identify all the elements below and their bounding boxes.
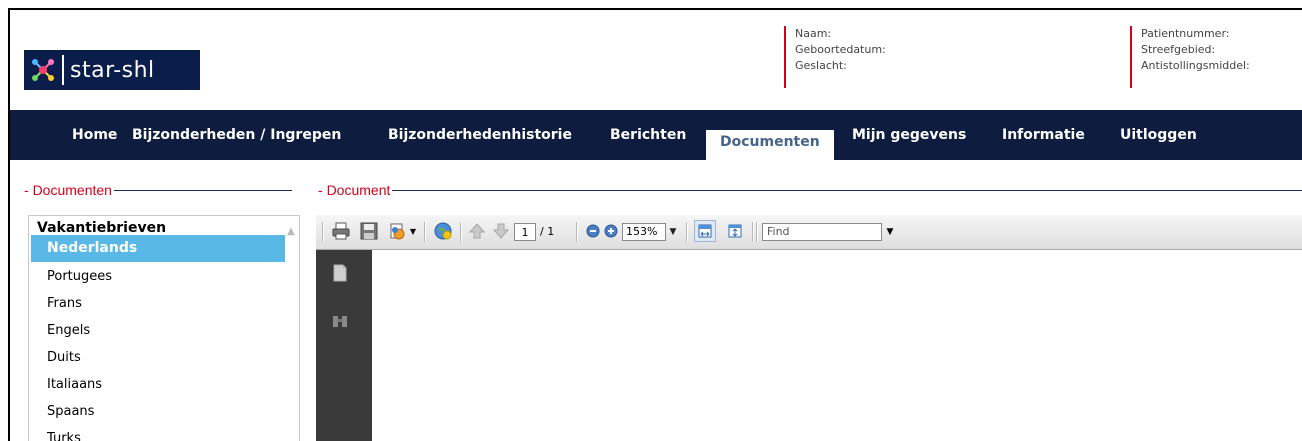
zoom-dropdown-icon[interactable]: ▼ <box>666 223 680 241</box>
patient-number-label: Patientnummer: <box>1141 27 1230 40</box>
list-item-frans[interactable]: Frans <box>31 290 285 317</box>
toolbar-separator <box>752 222 753 242</box>
patient-info-left: Naam: Geboortedatum: Geslacht: <box>784 26 886 88</box>
toolbar-separator <box>576 222 577 242</box>
list-item-spaans[interactable]: Spaans <box>31 398 285 425</box>
documenten-legend: - Documenten <box>22 182 114 198</box>
print-icon[interactable] <box>330 220 352 242</box>
page-number-input[interactable]: 1 <box>514 223 536 241</box>
toolbar-separator <box>424 222 425 242</box>
documents-list[interactable]: Vakantiebrieven ▲ Nederlands Portugees F… <box>28 215 300 441</box>
nav-berichten[interactable]: Berichten <box>610 110 686 160</box>
save-icon[interactable] <box>358 220 380 242</box>
nav-home[interactable]: Home <box>72 110 117 160</box>
patient-birthdate-label: Geboortedatum: <box>795 43 886 56</box>
page-up-icon[interactable] <box>466 220 488 242</box>
zoom-input[interactable]: 153% <box>622 223 666 241</box>
page-total: / 1 <box>540 225 555 238</box>
document-fieldset-line <box>316 190 1302 191</box>
attachments-panel-icon[interactable] <box>329 310 351 332</box>
molecule-icon <box>28 55 58 85</box>
list-item-portugees[interactable]: Portugees <box>31 263 285 290</box>
pdf-sidebar <box>316 250 366 441</box>
page-down-icon[interactable] <box>490 220 512 242</box>
anticoagulant-label: Antistollingsmiddel: <box>1141 59 1250 72</box>
pages-panel-icon[interactable] <box>329 262 351 284</box>
patient-gender-label: Geslacht: <box>795 59 847 72</box>
nav-mijn-gegevens[interactable]: Mijn gegevens <box>852 110 966 160</box>
list-item-engels[interactable]: Engels <box>31 317 285 344</box>
logo-text: star-shl <box>70 57 155 83</box>
nav-uitloggen[interactable]: Uitloggen <box>1120 110 1197 160</box>
find-dropdown-icon[interactable]: ▼ <box>884 223 896 241</box>
toolbar-separator <box>756 222 757 242</box>
pdf-toolbar: ▼ 1 / 1 153% ▼ Find ▼ <box>316 215 1302 250</box>
nav-bijzonderheden[interactable]: Bijzonderheden / Ingrepen <box>132 110 341 160</box>
star-shl-logo[interactable]: star-shl <box>24 50 200 90</box>
logo-divider <box>62 55 64 85</box>
list-item-turks[interactable]: Turks <box>31 425 285 441</box>
document-legend: - Document <box>316 182 393 198</box>
toolbar-separator <box>686 222 687 242</box>
share-icon[interactable] <box>386 220 408 242</box>
list-item-duits[interactable]: Duits <box>31 344 285 371</box>
zoom-in-icon[interactable] <box>600 220 622 242</box>
nav-informatie[interactable]: Informatie <box>1002 110 1085 160</box>
nav-documenten[interactable]: Documenten <box>706 130 834 160</box>
documenten-legend-text: Documenten <box>32 182 112 198</box>
scroll-up-icon[interactable]: ▲ <box>285 226 297 238</box>
list-group-title: Vakantiebrieven <box>37 220 167 236</box>
web-globe-icon[interactable] <box>432 220 454 242</box>
find-input[interactable]: Find <box>762 223 882 241</box>
document-legend-text: Document <box>326 182 391 198</box>
target-range-label: Streefgebied: <box>1141 43 1216 56</box>
fit-width-icon[interactable] <box>694 220 716 242</box>
main-nav: Home Bijzonderheden / Ingrepen Bijzonder… <box>10 110 1302 160</box>
toolbar-separator <box>460 222 461 242</box>
nav-bijzonderhedenhistorie[interactable]: Bijzonderhedenhistorie <box>388 110 572 160</box>
pdf-viewer: ▼ 1 / 1 153% ▼ Find ▼ <box>316 215 1302 441</box>
patient-info-right: Patientnummer: Streefgebied: Antistollin… <box>1130 26 1250 88</box>
app-frame: star-shl Naam: Geboortedatum: Geslacht: … <box>8 8 1302 441</box>
patient-name-label: Naam: <box>795 27 832 40</box>
pdf-page-area[interactable] <box>372 250 1302 441</box>
toolbar-grip <box>322 222 323 242</box>
share-dropdown-icon[interactable]: ▼ <box>408 220 418 242</box>
fit-page-icon[interactable] <box>724 220 746 242</box>
list-item-italiaans[interactable]: Italiaans <box>31 371 285 398</box>
list-item-nederlands[interactable]: Nederlands <box>31 235 285 262</box>
